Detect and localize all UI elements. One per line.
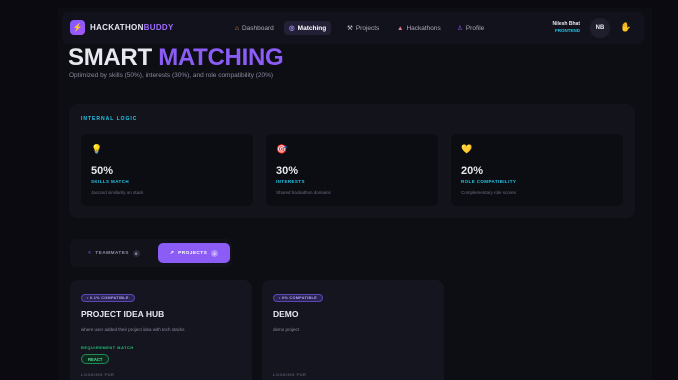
- project-card[interactable]: • 6.1% COMPATIBLE PROJECT IDEA HUB where…: [70, 280, 252, 380]
- compatibility-badge: • 0% COMPATIBLE: [273, 294, 323, 302]
- weight-label: ROLE COMPATIBILITY: [461, 179, 517, 184]
- project-card[interactable]: • 0% COMPATIBLE DEMO demo project LOOKIN…: [262, 280, 444, 380]
- nav-item-hackathons[interactable]: ▲ Hackathons: [392, 21, 446, 35]
- tools-icon: ⚒: [347, 25, 353, 32]
- tab-count: 0: [132, 249, 140, 257]
- project-name: PROJECT IDEA HUB: [81, 309, 165, 319]
- weight-percent: 30%: [276, 165, 299, 177]
- nav-item-label: Matching: [297, 24, 327, 32]
- avatar[interactable]: NB: [590, 18, 610, 38]
- weight-label: INTERESTS: [276, 179, 305, 184]
- page-title: SMART MATCHING: [68, 44, 284, 72]
- nav-item-projects[interactable]: ⚒ Projects: [342, 21, 384, 35]
- skill-tag: REACT: [81, 354, 110, 364]
- weight-description: Complementary role scores: [461, 190, 517, 195]
- logo-icon[interactable]: ⚡: [70, 20, 85, 35]
- internal-logic-panel: INTERNAL LOGIC 💡 50% SKILLS MATCH Jaccar…: [69, 104, 635, 218]
- weight-description: Jaccard similarity on stack: [91, 190, 144, 195]
- tab-label: TEAMMATES: [95, 250, 129, 256]
- wave-icon[interactable]: ✋: [620, 22, 631, 33]
- project-description: demo project: [273, 327, 300, 332]
- target-icon: 🎯: [276, 144, 288, 154]
- logic-card-skills: 💡 50% SKILLS MATCH Jaccard similarity on…: [81, 134, 253, 206]
- match-tabs: ≡ TEAMMATES 0 ↗ PROJECTS 2: [70, 239, 232, 267]
- top-navbar: ⚡ HACKATHONBUDDY ⌂ Dashboard ◎ Matching …: [62, 12, 644, 44]
- panel-heading: INTERNAL LOGIC: [81, 116, 138, 122]
- weight-description: Shared hackathon domains: [276, 190, 331, 195]
- project-description: where user added their project idea with…: [81, 327, 185, 332]
- nav-item-label: Dashboard: [241, 24, 274, 32]
- nav-item-label: Profile: [465, 24, 485, 32]
- compatibility-badge: • 6.1% COMPATIBLE: [81, 294, 135, 302]
- page-subtitle: Optimized by skills (50%), interests (30…: [69, 72, 274, 79]
- brand-name[interactable]: HACKATHONBUDDY: [90, 23, 174, 32]
- requirement-match-label: REQUIREMENT MATCH: [81, 346, 134, 350]
- nav-item-label: Hackathons: [406, 24, 441, 32]
- tab-label: PROJECTS: [178, 250, 208, 256]
- weight-percent: 20%: [461, 165, 484, 177]
- title-accent: MATCHING: [158, 44, 284, 71]
- user-role: FRONTEND: [555, 28, 580, 33]
- looking-for-label: LOOKING FOR: [273, 373, 307, 377]
- tab-count: 2: [211, 249, 219, 257]
- tab-projects[interactable]: ↗ PROJECTS 2: [158, 243, 230, 263]
- users-icon: ≡: [88, 250, 92, 256]
- tab-teammates[interactable]: ≡ TEAMMATES 0: [76, 243, 152, 263]
- flag-icon: ▲: [397, 24, 404, 32]
- nav-item-matching[interactable]: ◎ Matching: [284, 21, 332, 35]
- nav-item-profile[interactable]: ♙ Profile: [452, 21, 489, 35]
- logic-card-role: 💛 20% ROLE COMPATIBILITY Complementary r…: [451, 134, 623, 206]
- house-icon: ⌂: [235, 24, 239, 32]
- person-icon: ♙: [457, 25, 463, 32]
- looking-for-label: LOOKING FOR: [81, 373, 115, 377]
- brand-primary: HACKATHON: [90, 23, 144, 32]
- brand-accent: BUDDY: [143, 23, 174, 32]
- heart-icon: 💛: [461, 144, 473, 154]
- logic-card-interests: 🎯 30% INTERESTS Shared hackathon domains: [266, 134, 438, 206]
- weight-percent: 50%: [91, 165, 114, 177]
- lightbulb-icon: 💡: [91, 144, 103, 154]
- target-icon: ◎: [289, 25, 295, 32]
- title-primary: SMART: [68, 44, 159, 71]
- nav-item-label: Projects: [355, 24, 380, 32]
- project-name: DEMO: [273, 309, 299, 319]
- weight-label: SKILLS MATCH: [91, 179, 129, 184]
- rocket-icon: ↗: [169, 250, 175, 256]
- user-name: Nilesh Bhat: [552, 21, 580, 27]
- nav-item-dashboard[interactable]: ⌂ Dashboard: [230, 21, 279, 35]
